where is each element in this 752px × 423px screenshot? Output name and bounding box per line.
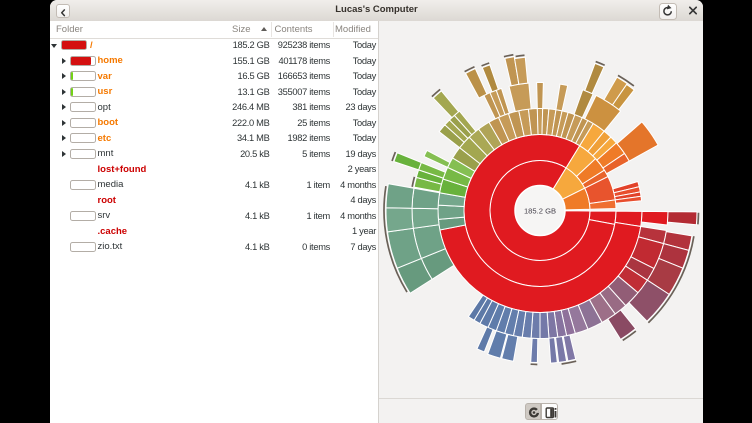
svg-text:185.2 GB: 185.2 GB [524,206,556,215]
